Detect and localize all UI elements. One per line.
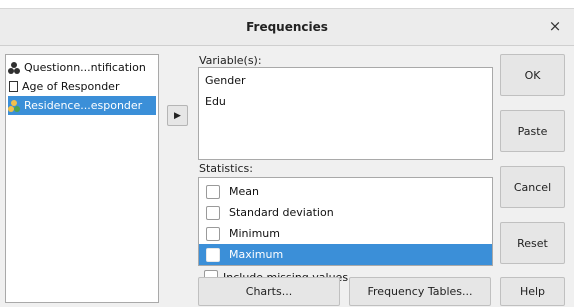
source-item-label: Questionn...ntification xyxy=(24,61,146,74)
statistic-standard-deviation[interactable]: Standard deviation xyxy=(199,202,492,223)
statistic-label: Minimum xyxy=(229,227,280,240)
statistics-list[interactable]: Mean Standard deviation Minimum Maximum xyxy=(198,177,493,266)
source-item-label: Residence...esponder xyxy=(24,99,143,112)
standard-deviation-checkbox[interactable] xyxy=(206,205,220,220)
source-variable-list[interactable]: Questionn...ntification Age of Responder… xyxy=(5,54,159,303)
paste-button[interactable]: Paste xyxy=(500,110,565,152)
minimum-checkbox[interactable] xyxy=(206,226,220,241)
reset-button-label: Reset xyxy=(517,236,548,250)
charts-button-label: Charts... xyxy=(245,285,293,298)
statistic-maximum[interactable]: Maximum xyxy=(199,244,492,265)
variable-item[interactable]: Edu xyxy=(205,95,226,108)
frequency-tables-button[interactable]: Frequency Tables... xyxy=(349,277,491,306)
statistic-label: Mean xyxy=(229,185,259,198)
statistics-label: Statistics: xyxy=(199,162,253,175)
dialog-title: Frequencies xyxy=(246,20,328,34)
nominal-icon xyxy=(8,61,21,74)
source-item-age[interactable]: Age of Responder xyxy=(8,77,156,96)
frequency-tables-button-label: Frequency Tables... xyxy=(367,285,473,298)
charts-button[interactable]: Charts... xyxy=(198,277,340,306)
close-icon[interactable]: × xyxy=(546,17,564,35)
reset-button[interactable]: Reset xyxy=(500,222,565,264)
help-button[interactable]: Help xyxy=(500,277,565,306)
variables-label: Variable(s): xyxy=(199,54,262,67)
mean-checkbox[interactable] xyxy=(206,184,220,199)
source-item-label: Age of Responder xyxy=(22,80,120,93)
cancel-button-label: Cancel xyxy=(513,180,552,194)
statistic-mean[interactable]: Mean xyxy=(199,181,492,202)
statistic-label: Maximum xyxy=(229,248,284,261)
move-variable-button[interactable]: ▶ xyxy=(167,105,188,126)
nominal-icon xyxy=(8,99,21,112)
ok-button-label: OK xyxy=(524,68,541,82)
maximum-checkbox[interactable] xyxy=(206,247,220,262)
frequencies-dialog: Frequencies × Questionn...ntification Ag… xyxy=(0,8,574,307)
source-item-residence[interactable]: Residence...esponder xyxy=(8,96,156,115)
ok-button[interactable]: OK xyxy=(500,54,565,96)
statistic-label: Standard deviation xyxy=(229,206,334,219)
paste-button-label: Paste xyxy=(517,124,548,138)
cancel-button[interactable]: Cancel xyxy=(500,166,565,208)
arrow-right-icon: ▶ xyxy=(174,110,181,121)
variables-list[interactable]: Gender Edu xyxy=(198,67,493,160)
source-item-questionnaire[interactable]: Questionn...ntification xyxy=(8,58,156,77)
variable-item[interactable]: Gender xyxy=(205,74,246,87)
scale-icon xyxy=(9,81,18,92)
title-bar: Frequencies × xyxy=(0,9,574,46)
help-button-label: Help xyxy=(519,285,546,298)
statistic-minimum[interactable]: Minimum xyxy=(199,223,492,244)
